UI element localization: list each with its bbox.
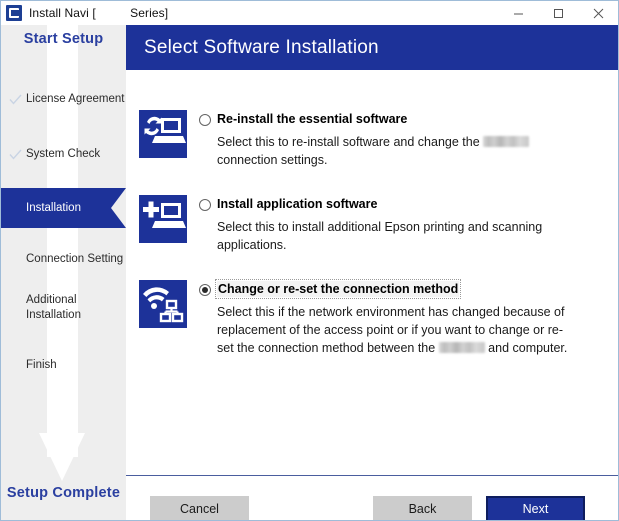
window-title: Install Navi [ Series] — [29, 6, 169, 20]
title-bar: Install Navi [ Series] — [1, 1, 618, 25]
option-title: Re-install the essential software — [217, 112, 408, 126]
option-header: Install application software — [199, 196, 562, 212]
page-title: Select Software Installation — [144, 36, 379, 58]
option-description-part1: Select this to re-install software and c… — [217, 135, 484, 149]
sidebar-item-system-check[interactable]: System Check — [1, 142, 126, 166]
radio-change-connection-method[interactable] — [199, 284, 211, 296]
sidebar-item-installation[interactable]: Installation — [1, 188, 126, 228]
option-description-part2: and computer. — [484, 341, 568, 355]
sidebar-item-connection-setting[interactable]: Connection Setting — [1, 247, 126, 271]
option-install-application-software[interactable]: Install application software Select this… — [139, 195, 562, 254]
option-description: Select this to re-install software and c… — [199, 133, 562, 169]
option-description: Select this to install additional Epson … — [217, 220, 543, 252]
epson-installer-icon — [6, 5, 22, 21]
cancel-button[interactable]: Cancel — [150, 496, 249, 520]
option-header: Change or re-set the connection method — [199, 279, 569, 299]
option-title: Change or re-set the connection method — [214, 279, 462, 299]
sidebar-item-label: Connection Setting — [26, 252, 124, 265]
page-header: Select Software Installation — [126, 25, 618, 70]
option-body: Re-install the essential software Select… — [199, 110, 562, 169]
window-content: Start Setup License Agreement System Che… — [1, 25, 618, 520]
progress-arrow-head-icon — [39, 433, 85, 481]
sidebar-item-label: License Agreement — [26, 92, 125, 105]
radio-install-application-software[interactable] — [199, 199, 211, 211]
sidebar-item-additional-installation[interactable]: Additional Installation — [1, 293, 126, 327]
main-panel: Select Software Installation Re-install … — [126, 25, 618, 520]
checkmark-icon — [6, 149, 24, 160]
option-title: Install application software — [217, 197, 378, 211]
radio-reinstall-essential-software[interactable] — [199, 114, 211, 126]
setup-steps-sidebar: Start Setup License Agreement System Che… — [1, 25, 126, 520]
window-controls — [498, 1, 618, 25]
install-navi-window: Install Navi [ Series] Start Setup Licen… — [0, 0, 619, 521]
next-button[interactable]: Next — [486, 496, 585, 520]
back-button[interactable]: Back — [373, 496, 472, 520]
option-body: Install application software Select this… — [199, 195, 562, 254]
option-description: Select this if the network environment h… — [199, 303, 569, 357]
close-icon[interactable] — [578, 1, 618, 25]
sidebar-item-finish[interactable]: Finish — [1, 353, 126, 377]
checkmark-icon — [6, 94, 24, 105]
option-change-connection-method[interactable]: Change or re-set the connection method S… — [139, 279, 569, 357]
option-description-part2: connection settings. — [217, 153, 328, 167]
sidebar-item-label: Additional Installation — [26, 294, 81, 321]
sidebar-item-label: System Check — [26, 147, 101, 160]
sidebar-item-label: Installation — [26, 201, 81, 214]
sidebar-item-license-agreement[interactable]: License Agreement — [1, 87, 126, 111]
sidebar-setup-complete-label: Setup Complete — [6, 485, 121, 501]
sidebar-item-label: Finish — [26, 358, 57, 371]
minimize-icon[interactable] — [498, 1, 538, 25]
option-reinstall-essential-software[interactable]: Re-install the essential software Select… — [139, 110, 562, 169]
wifi-network-icon — [139, 280, 187, 328]
option-body: Change or re-set the connection method S… — [199, 279, 569, 357]
maximize-icon[interactable] — [538, 1, 578, 25]
add-application-computer-icon — [139, 195, 187, 243]
reinstall-computer-icon — [139, 110, 187, 158]
sidebar-title: Start Setup — [23, 31, 104, 47]
redacted-printer-name — [483, 136, 530, 147]
option-header: Re-install the essential software — [199, 111, 562, 127]
redacted-printer-name — [438, 342, 485, 353]
footer-bar: Cancel Back Next — [126, 476, 618, 520]
